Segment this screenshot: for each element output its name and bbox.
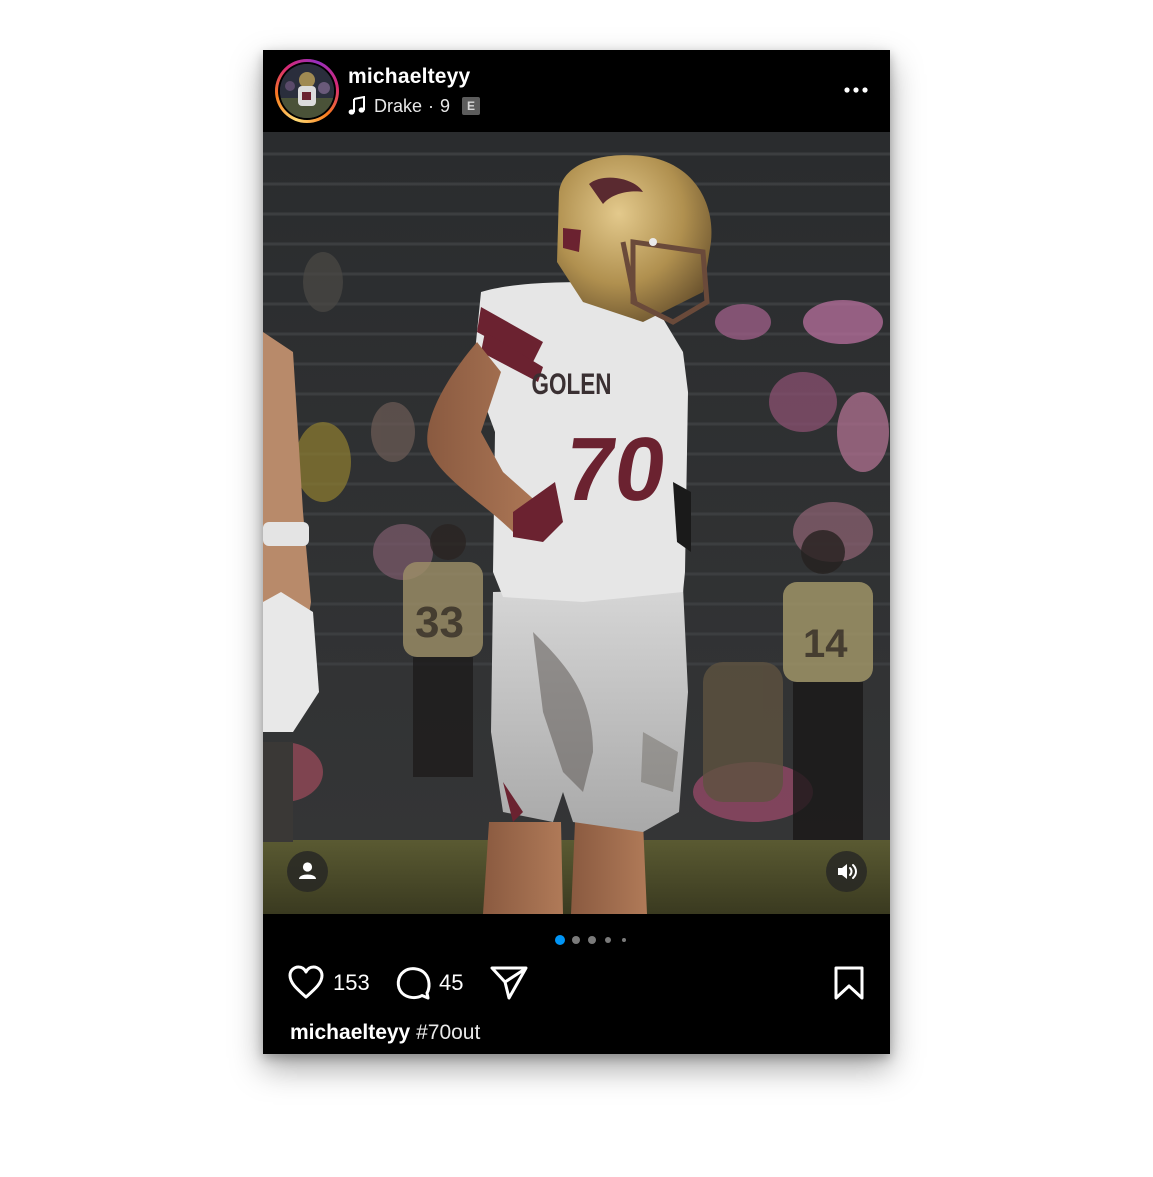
more-options-button[interactable] bbox=[842, 81, 872, 101]
caption-hashtag[interactable]: #70out bbox=[416, 1021, 480, 1044]
music-artist: Drake bbox=[374, 95, 423, 116]
post-card: michaelteyy Drake · 9 E 33 14 GOLEN 70 1… bbox=[263, 50, 890, 1054]
avatar[interactable] bbox=[280, 64, 334, 118]
bookmark-icon bbox=[834, 966, 864, 1000]
like-count[interactable]: 153 bbox=[333, 970, 370, 996]
carousel-dot-active bbox=[555, 935, 565, 945]
save-button[interactable] bbox=[833, 965, 865, 1001]
jersey-number: 70 bbox=[558, 419, 672, 520]
comment-bubble-icon bbox=[396, 967, 431, 1000]
comment-button[interactable] bbox=[394, 964, 432, 1002]
username[interactable]: michaelteyy bbox=[348, 65, 470, 89]
speaker-icon bbox=[838, 864, 857, 879]
music-note-icon bbox=[348, 96, 365, 115]
comment-count[interactable]: 45 bbox=[439, 970, 463, 996]
sound-toggle-button[interactable] bbox=[826, 851, 867, 892]
caption-username[interactable]: michaelteyy bbox=[290, 1021, 410, 1044]
music-track: 9 bbox=[440, 95, 451, 116]
music-info[interactable]: Drake · 9 E bbox=[348, 94, 481, 118]
heart-icon bbox=[288, 965, 324, 999]
share-button[interactable] bbox=[489, 964, 529, 1002]
carousel-dot bbox=[588, 936, 596, 944]
more-horizontal-icon bbox=[844, 87, 850, 93]
tag-people-button[interactable] bbox=[287, 851, 328, 892]
like-button[interactable] bbox=[287, 964, 325, 1000]
jersey-text: GOLEN bbox=[532, 367, 612, 401]
carousel-indicator bbox=[263, 934, 890, 946]
post-photo[interactable]: 33 14 GOLEN 70 bbox=[263, 132, 890, 914]
carousel-dot bbox=[605, 937, 611, 943]
background-number-33: 33 bbox=[415, 598, 464, 647]
explicit-badge: E bbox=[462, 97, 481, 115]
person-icon bbox=[299, 862, 316, 879]
story-ring[interactable] bbox=[275, 59, 339, 123]
post-actions: 153 45 bbox=[263, 960, 890, 1006]
post-header: michaelteyy Drake · 9 E bbox=[263, 50, 890, 132]
caption: michaelteyy #70out bbox=[290, 1021, 480, 1045]
carousel-dot bbox=[572, 936, 580, 944]
paper-plane-icon bbox=[490, 966, 528, 1000]
background-number-14: 14 bbox=[803, 622, 848, 666]
music-separator: · bbox=[428, 95, 435, 116]
carousel-dot bbox=[622, 938, 626, 942]
